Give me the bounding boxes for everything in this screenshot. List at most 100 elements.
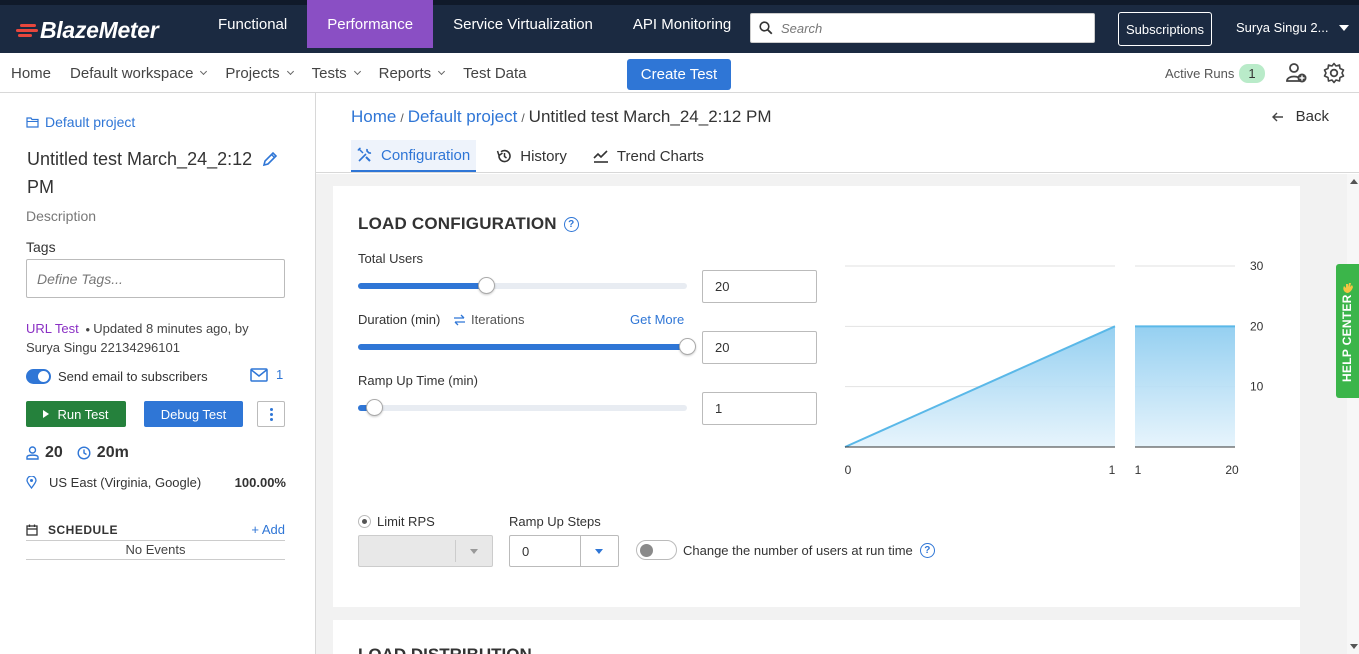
tags-input[interactable]: [26, 259, 285, 298]
nav-api-monitoring[interactable]: API Monitoring: [613, 0, 751, 48]
nav-functional[interactable]: Functional: [198, 0, 307, 48]
nav-performance[interactable]: Performance: [307, 0, 434, 48]
ramp-up-time-slider[interactable]: [358, 399, 687, 416]
arrow-left-icon: [1271, 112, 1283, 121]
x-tick-label: 20: [1225, 463, 1239, 477]
user-name: Surya Singu 2...: [1236, 20, 1329, 35]
debug-test-button[interactable]: Debug Test: [144, 401, 243, 427]
total-users-input[interactable]: [702, 270, 817, 303]
search-box[interactable]: [750, 13, 1095, 43]
limit-rps-option[interactable]: Limit RPS: [358, 514, 435, 529]
duration-value: 20m: [96, 444, 129, 461]
email-toggle[interactable]: [26, 368, 51, 384]
more-options-button[interactable]: [257, 401, 285, 427]
y-tick-label: 30: [1250, 259, 1264, 273]
slider-handle[interactable]: [366, 399, 384, 416]
test-type-link[interactable]: URL Test: [26, 321, 79, 336]
x-tick-label: 0: [845, 463, 852, 477]
tab-configuration[interactable]: Configuration: [351, 140, 477, 172]
slider-handle[interactable]: [679, 338, 696, 355]
test-sidebar: Default project Untitled test March_24_2…: [0, 93, 316, 654]
active-runs[interactable]: Active Runs 1: [1165, 64, 1265, 83]
load-profile-chart: 0 1 1 20 30 20 10: [844, 259, 1264, 477]
trend-chart-icon: [593, 150, 608, 163]
chevron-down-icon: [438, 67, 446, 76]
scroll-down-icon[interactable]: [1350, 644, 1358, 649]
subnav-projects[interactable]: Projects: [225, 65, 294, 82]
email-subscribers-row: Send email to subscribers 1: [26, 367, 286, 385]
settings-gear-icon[interactable]: [1323, 62, 1345, 84]
breadcrumb-home[interactable]: Home: [351, 107, 396, 127]
breadcrumb-project[interactable]: Default project: [408, 107, 518, 127]
load-configuration-card: LOAD CONFIGURATION ? Total Users Duratio…: [333, 186, 1300, 607]
subnav-workspace[interactable]: Default workspace: [70, 65, 208, 82]
tab-history[interactable]: History: [490, 140, 573, 172]
test-summary: 20 20m: [26, 444, 129, 462]
add-user-icon[interactable]: [1285, 62, 1307, 84]
subscribers-button[interactable]: 1: [250, 367, 283, 382]
user-menu[interactable]: Surya Singu 2...: [1236, 20, 1349, 35]
main-scrollbar[interactable]: [1347, 174, 1359, 654]
iterations-switch[interactable]: Iterations: [453, 312, 524, 327]
back-button[interactable]: Back: [1271, 108, 1329, 125]
subscriptions-button[interactable]: Subscriptions: [1118, 12, 1212, 46]
secondary-navbar: Home Default workspace Projects Tests Re…: [0, 53, 1359, 93]
load-distribution-card: LOAD DISTRIBUTION: [333, 620, 1300, 654]
project-link[interactable]: Default project: [26, 114, 135, 130]
load-distribution-title: LOAD DISTRIBUTION: [358, 645, 532, 654]
active-runs-badge: 1: [1239, 64, 1265, 83]
swap-arrows-icon: [454, 314, 465, 325]
test-tabs: Configuration History Trend Charts: [351, 140, 724, 173]
blazemeter-logo[interactable]: BlazeMeter: [14, 15, 159, 45]
y-tick-label: 10: [1250, 380, 1264, 394]
help-center-tab[interactable]: HELP CENTER: [1336, 264, 1359, 398]
add-schedule-button[interactable]: + Add: [251, 522, 285, 537]
description-field[interactable]: Description: [26, 208, 96, 224]
chevron-down-icon: [200, 67, 208, 76]
limit-rps-select: [358, 535, 493, 567]
subnav-home[interactable]: Home: [11, 65, 51, 82]
folder-icon: [26, 116, 39, 128]
duration-input[interactable]: [702, 331, 817, 364]
main-header: Home / Default project / Untitled test M…: [316, 93, 1359, 173]
tab-trend-charts[interactable]: Trend Charts: [587, 140, 710, 172]
run-test-button[interactable]: Run Test: [26, 401, 126, 427]
caret-down-icon: [595, 549, 603, 554]
slider-handle[interactable]: [478, 277, 496, 294]
duration-label: Duration (min): [358, 312, 441, 327]
wrench-icon: [357, 147, 372, 162]
scroll-up-icon[interactable]: [1350, 179, 1358, 184]
breadcrumb: Home / Default project / Untitled test M…: [351, 107, 772, 127]
get-more-link[interactable]: Get More: [630, 312, 684, 327]
ramp-up-time-input[interactable]: [702, 392, 817, 425]
total-users-slider[interactable]: [358, 277, 687, 294]
nav-service-virtualization[interactable]: Service Virtualization: [433, 0, 613, 48]
help-question-icon[interactable]: ?: [919, 542, 935, 558]
ramp-up-steps-select[interactable]: 0: [509, 535, 619, 567]
runtime-users-toggle[interactable]: [636, 540, 677, 560]
breadcrumb-current: Untitled test March_24_2:12 PM: [528, 107, 772, 126]
slider-fill: [358, 283, 487, 289]
subnav-test-data[interactable]: Test Data: [463, 65, 526, 82]
edit-pencil-icon[interactable]: [262, 151, 278, 167]
no-events-text: No Events: [26, 542, 285, 560]
top-navbar: BlazeMeter Functional Performance Servic…: [0, 0, 1359, 53]
duration-slider[interactable]: [358, 338, 696, 355]
limit-rps-radio[interactable]: [358, 515, 371, 528]
help-question-icon[interactable]: ?: [563, 216, 579, 232]
search-input[interactable]: [781, 20, 1081, 36]
create-test-button[interactable]: Create Test: [627, 59, 731, 90]
clock-icon: [77, 446, 91, 460]
load-configuration-title: LOAD CONFIGURATION ?: [358, 214, 579, 234]
vertical-dots-icon: [269, 407, 273, 421]
subnav-reports[interactable]: Reports: [379, 65, 446, 82]
total-users-label: Total Users: [358, 251, 424, 266]
chevron-down-icon: [353, 67, 361, 76]
ramp-up-steps-label: Ramp Up Steps: [509, 514, 601, 529]
ramp-up-time-label: Ramp Up Time (min): [358, 373, 478, 388]
subnav-tests[interactable]: Tests: [312, 65, 361, 82]
email-toggle-label: Send email to subscribers: [58, 368, 208, 384]
slider-fill: [358, 344, 687, 350]
test-meta: URL Test ● Updated 8 minutes ago, by Sury…: [26, 321, 249, 355]
location-row: US East (Virginia, Google) 100.00%: [26, 475, 286, 490]
